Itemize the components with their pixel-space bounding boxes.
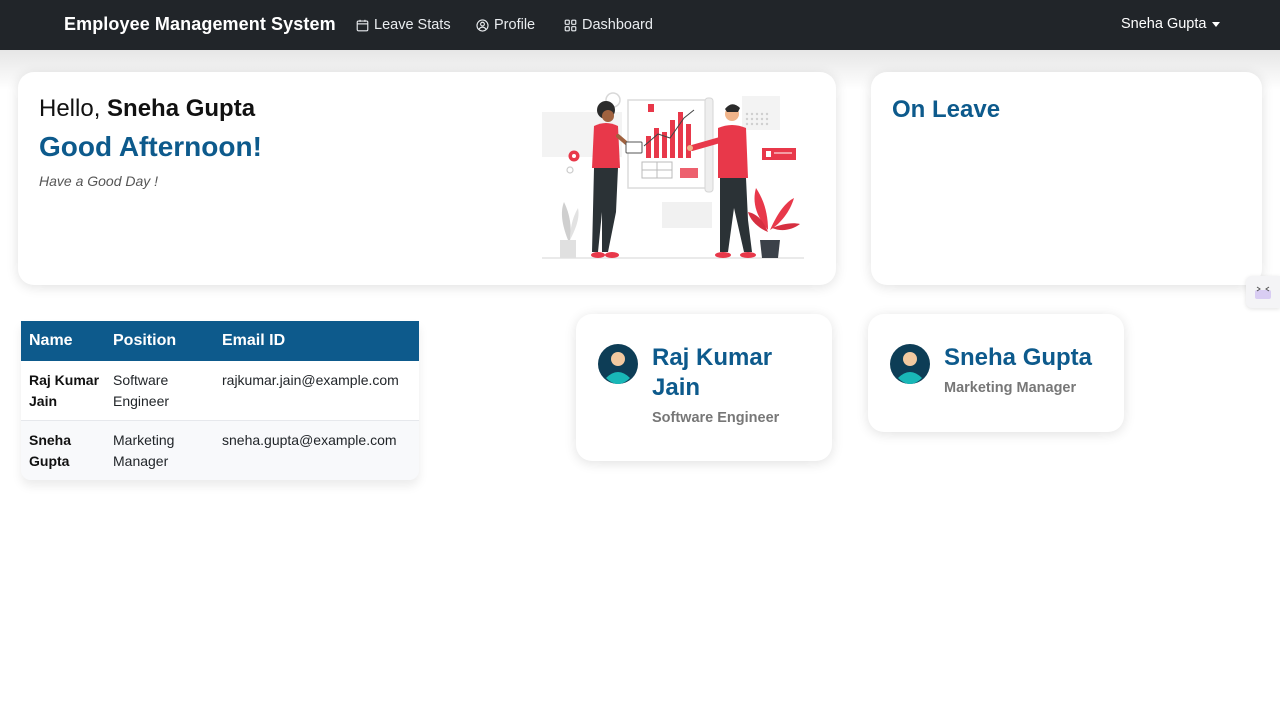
nav-link-leave-stats[interactable]: Leave Stats: [356, 17, 451, 33]
greeting-card: Hello, Sneha Gupta Good Afternoon! Have …: [18, 72, 836, 285]
nav-link-profile[interactable]: Profile: [476, 17, 535, 33]
side-helper-widget[interactable]: [1246, 276, 1280, 308]
on-leave-card: On Leave: [871, 72, 1262, 285]
grid-icon: [564, 19, 577, 31]
user-circle-icon: [476, 18, 489, 32]
greeting-user-name: Sneha Gupta: [107, 95, 256, 122]
table-cell-position: Software Engineer: [113, 372, 170, 409]
nav-link-label: Dashboard: [582, 17, 653, 33]
calendar-icon: [356, 19, 369, 31]
greeting-message: Good Afternoon!: [39, 131, 262, 162]
table-cell-name: Raj Kumar Jain: [29, 372, 100, 409]
employee-card-sneha-gupta[interactable]: Sneha Gupta Marketing Manager: [868, 314, 1124, 432]
greeting-subtext: Have a Good Day !: [39, 173, 159, 189]
employee-table: Name Position Email ID Raj Kumar Jain So…: [21, 321, 419, 480]
table-header-row: Name Position Email ID: [21, 321, 419, 361]
table-header-name: Name: [29, 332, 73, 349]
table-cell-name: Sneha Gupta: [29, 432, 72, 469]
hello-text: Hello,: [39, 95, 101, 122]
employee-name: Sneha Gupta: [944, 344, 1093, 371]
nav-link-label: Leave Stats: [374, 17, 451, 33]
table-cell-email: rajkumar.jain@example.com: [222, 372, 399, 388]
table-row: Sneha Gupta Marketing Manager sneha.gupt…: [21, 421, 419, 480]
employee-card-raj-kumar-jain[interactable]: Raj Kumar Jain Software Engineer: [576, 314, 832, 461]
table-header-email: Email ID: [222, 332, 286, 349]
table-cell-position: Marketing Manager: [113, 432, 175, 469]
collapse-arrows-icon: [1255, 286, 1271, 299]
avatar-icon: [890, 344, 930, 384]
employee-position: Marketing Manager: [944, 380, 1077, 396]
employee-name: Raj Kumar Jain: [652, 344, 773, 401]
on-leave-title: On Leave: [892, 96, 1001, 123]
employee-position: Software Engineer: [652, 410, 780, 426]
nav-link-dashboard[interactable]: Dashboard: [564, 17, 653, 33]
table-header-position: Position: [113, 332, 177, 349]
business-presentation-illustration: [542, 92, 804, 259]
user-name: Sneha Gupta: [1121, 16, 1207, 32]
top-navbar: Employee Management System Leave Stats P…: [0, 0, 1280, 50]
nav-link-label: Profile: [494, 17, 536, 33]
avatar-icon: [598, 344, 638, 384]
user-dropdown-toggle[interactable]: Sneha Gupta: [1121, 16, 1221, 32]
navbar-brand[interactable]: Employee Management System: [64, 14, 336, 35]
table-cell-email: sneha.gupta@example.com: [222, 432, 397, 448]
greeting-hello: Hello, Sneha Gupta: [39, 95, 255, 123]
caret-down-icon: [1212, 21, 1221, 27]
table-row: Raj Kumar Jain Software Engineer rajkuma…: [21, 361, 419, 421]
